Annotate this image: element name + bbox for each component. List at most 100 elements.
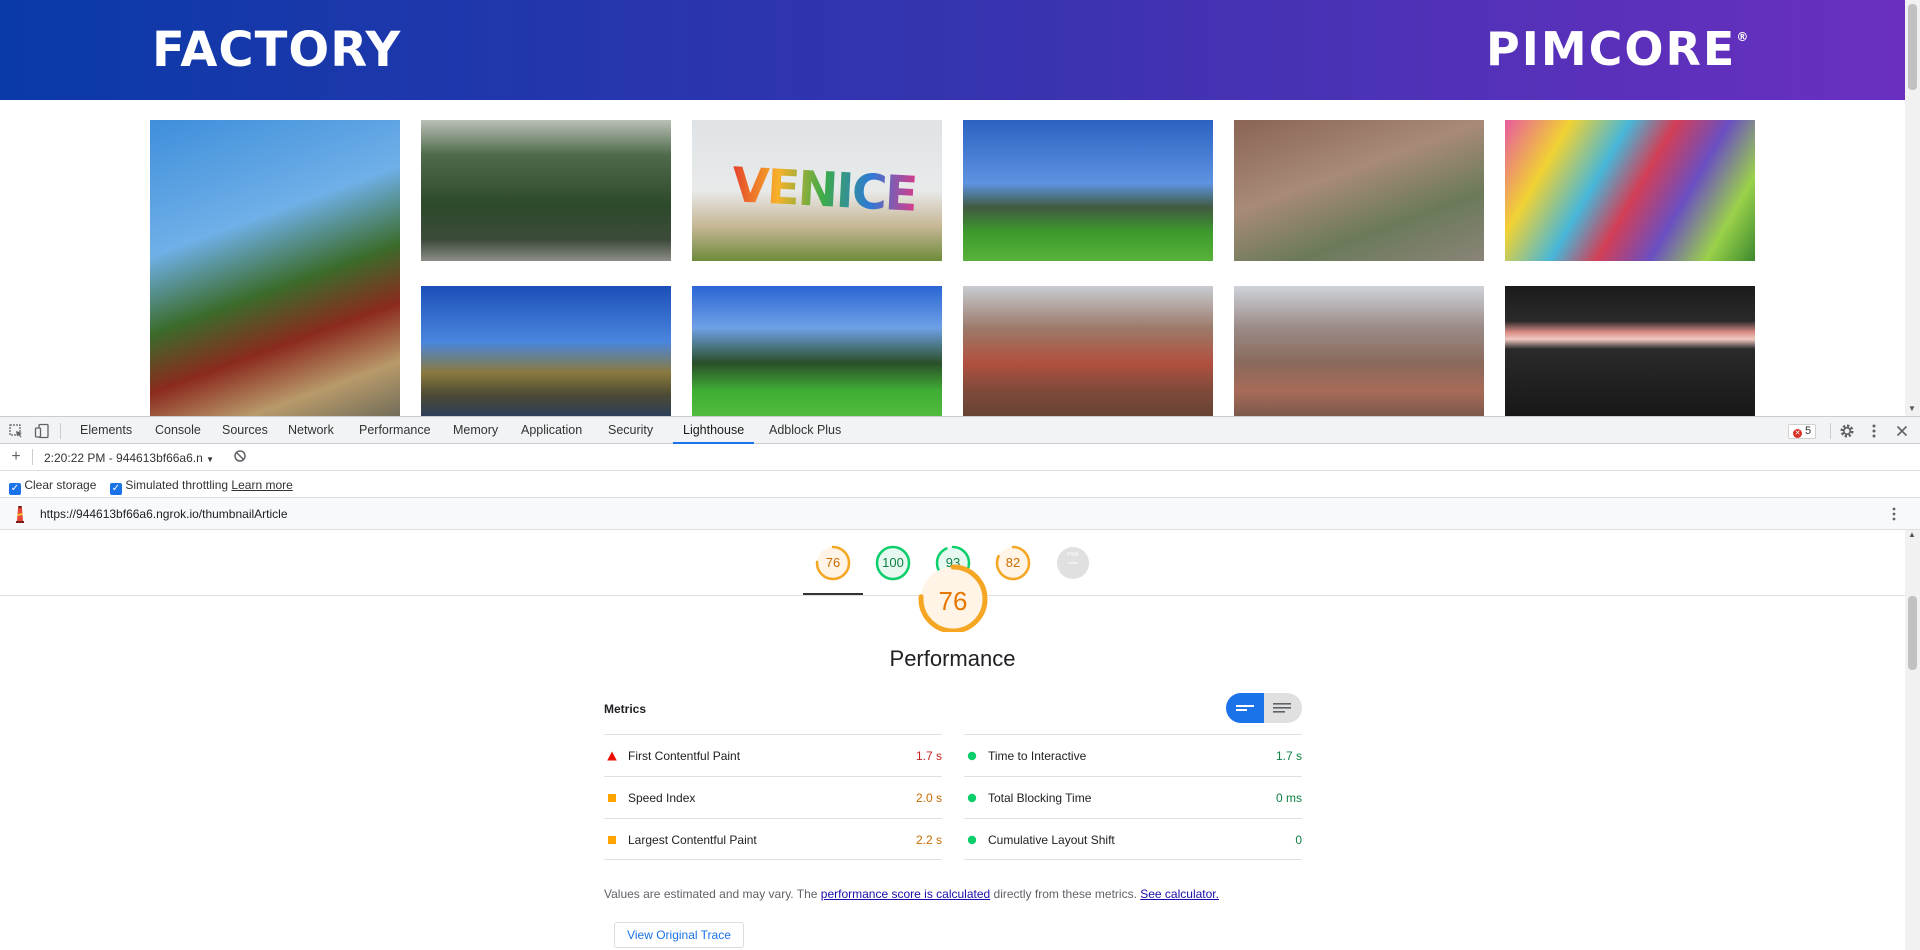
tab-adblock-plus[interactable]: Adblock Plus	[769, 417, 841, 444]
scroll-up-arrow-icon[interactable]: ▲	[1908, 530, 1916, 539]
lighthouse-options-bar: ✓ Clear storage ✓ Simulated throttling L…	[0, 471, 1920, 498]
performance-score-link[interactable]: performance score is calculated	[821, 887, 990, 901]
inspect-element-icon[interactable]	[8, 423, 24, 439]
average-square-icon	[608, 836, 616, 844]
gallery-image[interactable]	[1505, 120, 1755, 261]
category-gauge[interactable]: 82	[995, 545, 1031, 581]
metric-name: Largest Contentful Paint	[628, 833, 757, 847]
metric-row: Speed Index 2.0 s	[604, 776, 942, 818]
pimcore-logo-text: PIMCORE	[1486, 22, 1737, 76]
metric-value: 2.2 s	[915, 833, 942, 847]
lighthouse-toolbar: + 2:20:22 PM - 944613bf66a6.n ▼	[0, 444, 1920, 471]
detail-lines-icon[interactable]	[1273, 702, 1291, 714]
metric-value: 0 ms	[1275, 791, 1302, 805]
report-url: https://944613bf66a6.ngrok.io/thumbnailA…	[40, 507, 288, 521]
more-options-icon[interactable]	[1886, 506, 1902, 522]
average-square-icon	[608, 794, 616, 802]
metric-row: First Contentful Paint 1.7 s	[604, 734, 942, 776]
gallery-image[interactable]	[692, 286, 942, 416]
pass-circle-icon	[967, 793, 977, 803]
gallery-image[interactable]	[421, 120, 671, 261]
plus-icon[interactable]: +	[8, 449, 24, 465]
error-count: 5	[1805, 425, 1812, 437]
error-icon: ✕	[1793, 429, 1802, 438]
metric-name: Cumulative Layout Shift	[988, 833, 1115, 847]
device-toolbar-icon[interactable]	[34, 423, 50, 439]
tab-lighthouse[interactable]: Lighthouse	[673, 417, 755, 444]
clear-storage-label: Clear storage	[24, 478, 97, 492]
report-scrollbar[interactable]: ▲	[1905, 530, 1920, 950]
view-original-trace-button[interactable]: View Original Trace	[614, 922, 744, 948]
report-selector[interactable]: 2:20:22 PM - 944613bf66a6.n ▼	[44, 451, 214, 465]
metric-value: 1.7 s	[1275, 749, 1302, 763]
clear-storage-checkbox[interactable]: ✓	[9, 483, 21, 495]
gauge-value: 76	[825, 555, 841, 570]
performance-score-value: 76	[938, 586, 968, 616]
learn-more-link[interactable]: Learn more	[231, 478, 292, 492]
gallery-image[interactable]	[150, 120, 400, 416]
report-scrollbar-thumb[interactable]	[1908, 596, 1917, 670]
tab-sources[interactable]: Sources	[222, 417, 268, 444]
page-scrollbar-thumb[interactable]	[1908, 4, 1917, 90]
metric-value: 2.0 s	[915, 791, 942, 805]
metrics-title: Metrics	[604, 702, 647, 716]
category-gauge[interactable]: PWA –	[1055, 545, 1091, 581]
gallery-image[interactable]	[963, 120, 1213, 261]
clear-storage-option[interactable]: ✓ Clear storage	[9, 478, 96, 495]
gallery-image[interactable]: VENICE	[692, 120, 942, 261]
report-selector-value: 2:20:22 PM - 944613bf66a6.n	[44, 451, 203, 465]
dropdown-arrow-icon: ▼	[206, 455, 215, 464]
more-options-icon[interactable]	[1866, 423, 1882, 439]
devtools-tab-bar: Elements Console Sources Network Performance…	[0, 416, 1920, 444]
gallery-image[interactable]	[1234, 286, 1484, 416]
gallery-image[interactable]	[1234, 120, 1484, 261]
category-gauge[interactable]: 76	[815, 545, 851, 581]
metric-row: Time to Interactive 1.7 s	[964, 734, 1302, 776]
gallery-image[interactable]	[421, 286, 671, 416]
gallery-image[interactable]	[1505, 286, 1755, 416]
clear-blocked-icon[interactable]	[232, 449, 248, 465]
pimcore-logo[interactable]: PIMCORE®	[1486, 22, 1750, 76]
gallery-image[interactable]	[963, 286, 1213, 416]
tab-performance[interactable]: Performance	[359, 417, 431, 444]
console-error-badge[interactable]: ✕ 5	[1788, 424, 1817, 439]
tab-elements[interactable]: Elements	[80, 417, 132, 444]
tab-console[interactable]: Console	[155, 417, 201, 444]
metric-value: 1.7 s	[915, 749, 942, 763]
gear-icon[interactable]	[1839, 423, 1855, 439]
metrics-view-toggle[interactable]	[1226, 693, 1302, 723]
venice-sign-text: VENICE	[730, 157, 918, 223]
registered-mark: ®	[1736, 30, 1751, 44]
tab-network[interactable]: Network	[288, 417, 334, 444]
metric-value: 0	[1295, 833, 1302, 847]
devtools-panel: Elements Console Sources Network Performance…	[0, 416, 1920, 950]
simulated-throttling-option[interactable]: ✓ Simulated throttling Learn more	[110, 478, 293, 495]
thumbnail-gallery: VENICE	[0, 100, 1905, 416]
close-icon[interactable]	[1894, 423, 1910, 439]
page-scrollbar[interactable]: ▼	[1905, 0, 1920, 416]
fail-triangle-icon	[607, 751, 617, 761]
metric-row: Cumulative Layout Shift 0	[964, 818, 1302, 860]
toolbar-divider	[60, 423, 61, 439]
report-url-bar: https://944613bf66a6.ngrok.io/thumbnailA…	[0, 498, 1920, 530]
lighthouse-icon	[16, 506, 24, 523]
metric-name: Total Blocking Time	[988, 791, 1092, 805]
metric-name: Speed Index	[628, 791, 696, 805]
tab-security[interactable]: Security	[608, 417, 653, 444]
metric-name: First Contentful Paint	[628, 749, 741, 763]
metrics-left-column: First Contentful Paint 1.7 s Speed Index 2.…	[604, 734, 942, 860]
see-calculator-link[interactable]: See calculator.	[1140, 887, 1219, 901]
metric-row: Largest Contentful Paint 2.2 s	[604, 818, 942, 860]
simulated-throttling-checkbox[interactable]: ✓	[110, 483, 122, 495]
factory-logo[interactable]: FACTORY	[152, 22, 401, 78]
gauge-value: –	[1068, 554, 1078, 571]
tab-application[interactable]: Application	[521, 417, 582, 444]
pass-circle-icon	[967, 751, 977, 761]
metric-row: Total Blocking Time 0 ms	[964, 776, 1302, 818]
note-middle: directly from these metrics.	[990, 887, 1141, 901]
note-prefix: Values are estimated and may vary. The	[604, 887, 821, 901]
category-gauge[interactable]: 100	[875, 545, 911, 581]
tab-memory[interactable]: Memory	[453, 417, 498, 444]
scroll-down-arrow-icon[interactable]: ▼	[1908, 404, 1916, 413]
metrics-disclaimer: Values are estimated and may vary. The p…	[604, 887, 1219, 901]
